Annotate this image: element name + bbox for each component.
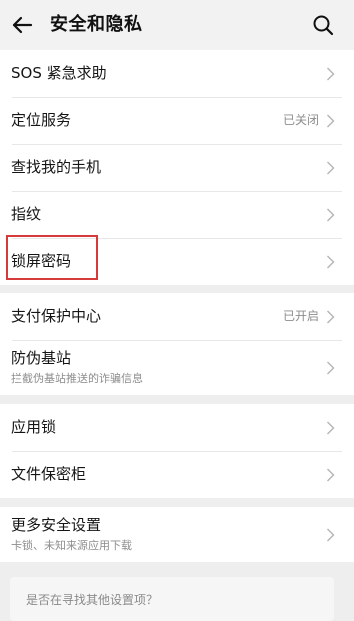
settings-item-label: 指纹	[11, 205, 42, 223]
arrow-left-icon[interactable]	[10, 13, 34, 37]
search-icon[interactable]	[312, 14, 334, 36]
chevron-right-icon	[327, 310, 335, 323]
settings-item-payment-protection[interactable]: 支付保护中心 已开启	[0, 293, 354, 340]
status-text: 已开启	[282, 309, 319, 323]
chevron-right-icon	[327, 67, 335, 80]
chevron-right-icon	[327, 528, 335, 541]
suggestion-card[interactable]: 是否在寻找其他设置项？	[10, 577, 334, 621]
settings-item-app-lock[interactable]: 应用锁	[0, 404, 354, 451]
highlight-box	[6, 235, 98, 280]
settings-item-more-security[interactable]: 更多安全设置 卡锁、未知来源应用下载	[0, 507, 354, 562]
page-title: 安全和隐私	[50, 14, 143, 35]
chevron-right-icon	[327, 255, 335, 268]
settings-item-label: 定位服务	[11, 111, 72, 129]
chevron-right-icon	[327, 468, 335, 481]
settings-item-label: SOS 紧急求助	[11, 64, 107, 82]
chevron-right-icon	[327, 361, 335, 374]
settings-item-find-phone[interactable]: 查找我的手机	[0, 144, 354, 191]
settings-item-fingerprint[interactable]: 指纹	[0, 191, 354, 238]
settings-group-apps: 应用锁 文件保密柜	[0, 404, 354, 498]
settings-item-label: 支付保护中心	[11, 307, 102, 325]
settings-item-label: 查找我的手机	[11, 158, 102, 176]
settings-item-subtitle: 拦截伪基站推送的诈骗信息	[11, 372, 143, 385]
chevron-right-icon	[327, 208, 335, 221]
status-text: 已关闭	[282, 113, 319, 127]
settings-item-label: 更多安全设置	[11, 516, 102, 534]
settings-item-sos[interactable]: SOS 紧急求助	[0, 50, 354, 97]
settings-item-label: 应用锁	[11, 418, 57, 436]
settings-item-label: 防伪基站	[11, 349, 72, 367]
app-header: 安全和隐私	[0, 0, 354, 50]
chevron-right-icon	[327, 114, 335, 127]
settings-item-file-safe[interactable]: 文件保密柜	[0, 451, 354, 498]
chevron-right-icon	[327, 421, 335, 434]
settings-group-more: 更多安全设置 卡锁、未知来源应用下载	[0, 507, 354, 562]
suggestion-text: 是否在寻找其他设置项？	[26, 593, 159, 607]
settings-group-protection: 支付保护中心 已开启 防伪基站 拦截伪基站推送的诈骗信息	[0, 293, 354, 395]
settings-item-fake-base-station[interactable]: 防伪基站 拦截伪基站推送的诈骗信息	[0, 340, 354, 395]
settings-item-label: 文件保密柜	[11, 465, 87, 483]
settings-item-location[interactable]: 定位服务 已关闭	[0, 97, 354, 144]
settings-item-subtitle: 卡锁、未知来源应用下载	[11, 539, 132, 552]
chevron-right-icon	[327, 161, 335, 174]
